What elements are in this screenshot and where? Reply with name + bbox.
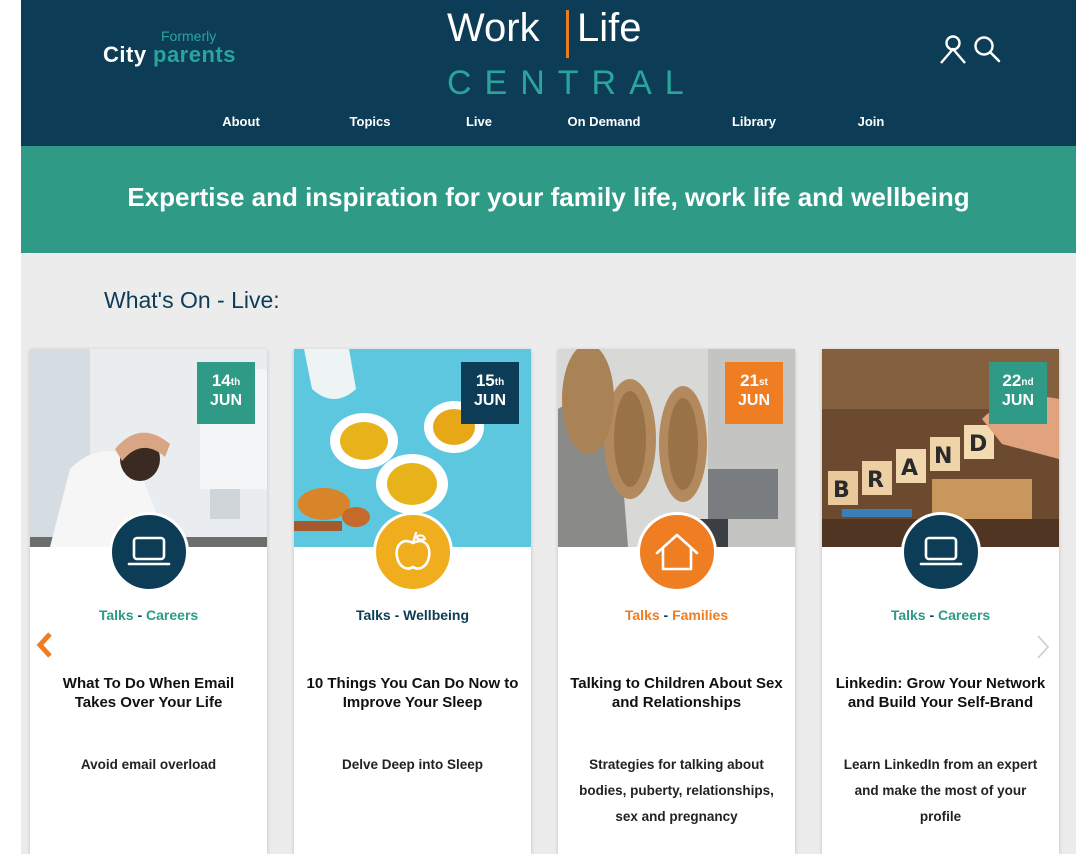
badge-month: JUN xyxy=(737,392,770,409)
card-title[interactable]: Linkedin: Grow Your Network and Build Yo… xyxy=(834,674,1047,712)
category-circle xyxy=(373,512,453,592)
section-title: What's On - Live: xyxy=(104,287,280,313)
tagline: Expertise and inspiration for your famil… xyxy=(127,182,970,212)
badge-day: 22nd xyxy=(1002,371,1034,390)
badge-day: 21st xyxy=(740,371,768,390)
brand-life-text: Life xyxy=(577,6,642,50)
nav-library[interactable]: Library xyxy=(732,114,776,129)
chevron-left-icon[interactable] xyxy=(35,630,55,660)
svg-text:D: D xyxy=(969,432,987,457)
work-life-central-logo[interactable]: Work Life CENTRAL xyxy=(439,6,684,102)
event-card[interactable]: 21st JUN Talks - Families Talking to Chi… xyxy=(558,349,795,854)
logo-city-text: City xyxy=(103,42,147,67)
brand-divider xyxy=(566,10,569,58)
event-card[interactable]: 15th JUN Talks - Wellbeing 10 Things You… xyxy=(294,349,531,854)
category-separator: - xyxy=(925,607,939,623)
category-type: Talks xyxy=(890,607,926,623)
nav-about[interactable]: About xyxy=(222,114,260,129)
nav-join[interactable]: Join xyxy=(858,114,885,129)
card-description: Avoid email overload xyxy=(80,757,217,772)
site-header: Formerly City parents Work Life CENTRAL … xyxy=(21,0,1076,146)
house-icon xyxy=(655,533,699,571)
laptop-icon xyxy=(919,536,963,566)
logo-parents-text: parents xyxy=(153,42,236,67)
nav-live[interactable]: Live xyxy=(466,114,492,129)
date-badge: 22nd JUN xyxy=(989,362,1047,424)
category-separator: - xyxy=(133,607,147,623)
badge-month: JUN xyxy=(473,392,506,409)
badge-month: JUN xyxy=(1001,392,1034,409)
category-type: Talks xyxy=(98,607,134,623)
card-category[interactable]: Talks - Careers xyxy=(822,607,1059,623)
cityparents-logo[interactable]: Formerly City parents xyxy=(103,28,263,73)
user-icon[interactable] xyxy=(939,34,967,64)
badge-month: JUN xyxy=(209,392,242,409)
category-topic: Careers xyxy=(146,607,199,623)
brand-work-text: Work xyxy=(447,6,540,50)
badge-day: 15th xyxy=(475,371,505,390)
card-title[interactable]: 10 Things You Can Do Now to Improve Your… xyxy=(306,674,519,712)
category-separator: - xyxy=(390,607,404,623)
event-card[interactable]: B R A N D 22nd JUN Talks - Careers Linke… xyxy=(822,349,1059,854)
card-description: Learn LinkedIn from an expert and make t… xyxy=(843,757,1038,824)
date-badge: 14th JUN xyxy=(197,362,255,424)
category-circle xyxy=(109,512,189,592)
apple-icon xyxy=(395,531,431,570)
category-separator: - xyxy=(659,607,673,623)
card-title[interactable]: What To Do When Email Takes Over Your Li… xyxy=(42,674,255,712)
category-topic: Families xyxy=(672,607,729,623)
svg-text:R: R xyxy=(867,468,884,493)
chevron-right-icon[interactable] xyxy=(1033,632,1053,662)
card-category[interactable]: Talks - Careers xyxy=(30,607,267,623)
svg-text:N: N xyxy=(934,444,952,469)
badge-day: 14th xyxy=(211,371,241,390)
card-category[interactable]: Talks - Families xyxy=(558,607,795,623)
card-title[interactable]: Talking to Children About Sex and Relati… xyxy=(570,674,783,712)
card-description: Delve Deep into Sleep xyxy=(341,757,484,772)
date-badge: 15th JUN xyxy=(461,362,519,424)
card-description: Strategies for talking about bodies, pub… xyxy=(579,757,774,824)
category-topic: Careers xyxy=(938,607,991,623)
date-badge: 21st JUN xyxy=(725,362,783,424)
category-circle xyxy=(637,512,717,592)
svg-text:B: B xyxy=(833,478,850,503)
nav-on-demand[interactable]: On Demand xyxy=(568,114,641,129)
laptop-icon xyxy=(127,536,171,566)
category-circle xyxy=(901,512,981,592)
main-nav: About Topics Live On Demand Library Join xyxy=(21,114,1076,138)
category-type: Talks xyxy=(624,607,660,623)
card-category[interactable]: Talks - Wellbeing xyxy=(294,607,531,623)
brand-central-text: CENTRAL xyxy=(447,64,697,102)
category-topic: Wellbeing xyxy=(403,607,470,623)
event-card[interactable]: 14th JUN Talks - Careers What To Do When… xyxy=(30,349,267,854)
category-type: Talks xyxy=(355,607,391,623)
search-icon[interactable] xyxy=(972,34,1002,64)
page: Formerly City parents Work Life CENTRAL … xyxy=(21,0,1076,854)
svg-text:A: A xyxy=(901,456,918,481)
nav-topics[interactable]: Topics xyxy=(350,114,391,129)
tagline-banner: Expertise and inspiration for your famil… xyxy=(21,146,1076,253)
